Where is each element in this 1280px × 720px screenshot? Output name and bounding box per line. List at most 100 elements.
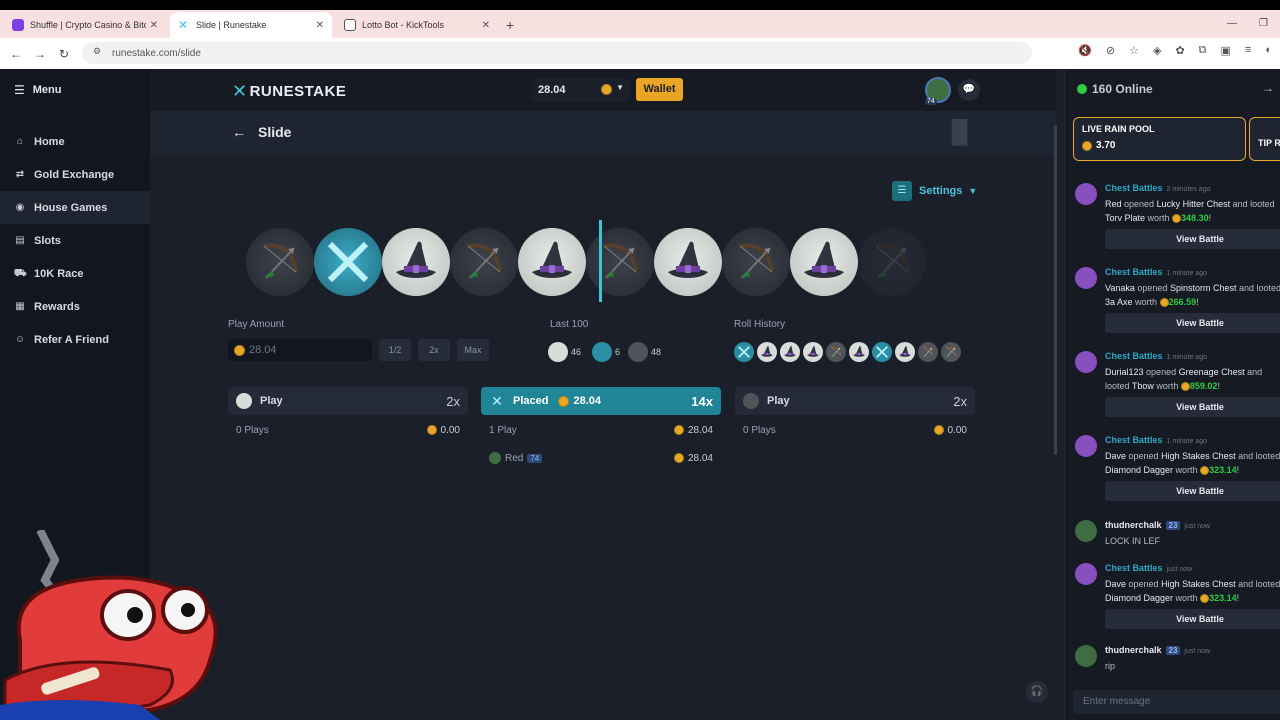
sidebar-item-refer-a-friend[interactable]: ☺ Refer A Friend [0, 323, 150, 356]
chat-username[interactable]: thudnerchalk 23 just now [1105, 645, 1210, 655]
minimize-icon[interactable]: — [1227, 18, 1237, 29]
mute-icon[interactable]: 🔇 [1078, 44, 1092, 57]
chat-username[interactable]: Chest Battles 1 minute ago [1105, 351, 1207, 361]
profile-icon[interactable]: ◐ [1265, 44, 1272, 57]
view-battle-button[interactable]: View Battle [1105, 481, 1280, 501]
sidebar-icon[interactable]: ▣ [1221, 44, 1231, 57]
chat-username[interactable]: Chest Battles 2 minutes ago [1105, 183, 1211, 193]
play-amount-input[interactable]: 28.04 [228, 339, 372, 361]
placed-amount: 28.04 [558, 395, 601, 407]
max-button[interactable]: Max [457, 339, 489, 361]
chat-avatar[interactable] [1075, 563, 1097, 585]
chat-avatar[interactable] [1075, 351, 1097, 373]
battle-verb: opened [1146, 367, 1177, 377]
half-button[interactable]: 1/2 [379, 339, 411, 361]
url-field[interactable]: ⚙ runestake.com/slide [82, 42, 1032, 64]
extensions-puzzle-icon[interactable]: ⧉ [1199, 44, 1207, 57]
wallet-button[interactable]: Wallet [636, 78, 683, 101]
gold-coin-icon [558, 395, 570, 407]
media-icon[interactable]: ≡ [1245, 44, 1251, 57]
chat-avatar[interactable] [1075, 183, 1097, 205]
logo-text: RUNESTAKE [249, 83, 347, 100]
tip-rain-card[interactable]: TIP R [1249, 117, 1280, 161]
play-bow-button[interactable]: Play 2x [735, 387, 975, 415]
sidebar-item-house-games[interactable]: ◉ House Games [0, 191, 150, 224]
sidebar-item-gold-exchange[interactable]: ⇄ Gold Exchange [0, 158, 150, 191]
close-tab-icon[interactable]: ✕ [150, 20, 158, 31]
chat-avatar[interactable] [1075, 645, 1097, 667]
bet-head-label: Placed [513, 395, 549, 407]
sidebar-item-rewards[interactable]: ▦ Rewards [0, 290, 150, 323]
battle-user: Dave [1105, 451, 1127, 461]
menu-toggle[interactable]: ☰ Menu [14, 83, 62, 97]
live-rain-pool-card[interactable]: LIVE RAIN POOL 3.70 [1073, 117, 1246, 161]
chat-avatar[interactable] [1075, 267, 1097, 289]
placed-sword-button[interactable]: ✕ Placed 28.04 14x [481, 387, 721, 415]
chat-avatar[interactable] [1075, 435, 1097, 457]
forward-icon[interactable]: → [28, 47, 52, 61]
chat-username[interactable]: Chest Battles just now [1105, 563, 1192, 573]
sidebar-item-10k-race[interactable]: ⛟ 10K Race [0, 257, 150, 290]
battle-item: Torv Plate [1105, 213, 1146, 223]
view-battle-button[interactable]: View Battle [1105, 397, 1280, 417]
tab-runestake[interactable]: ✕ Slide | Runestake ✕ [170, 12, 332, 38]
gift-icon: ▦ [15, 300, 25, 312]
close-tab-icon[interactable]: ✕ [316, 20, 324, 31]
online-dot-icon [1077, 84, 1087, 94]
last-100-bow: 48 [628, 342, 661, 362]
main-scrollbar[interactable] [1054, 125, 1057, 455]
view-battle-button[interactable]: View Battle [1105, 229, 1280, 249]
extension-icon[interactable]: ◈ [1153, 44, 1161, 57]
maximize-icon[interactable]: ❐ [1259, 18, 1268, 29]
wizard-hat-icon [236, 393, 252, 409]
reload-icon[interactable]: ↻ [52, 47, 76, 61]
double-button[interactable]: 2x [418, 339, 450, 361]
collapse-chat-arrow-icon[interactable]: → [1262, 81, 1274, 95]
extension-icon[interactable]: ✿ [1175, 44, 1184, 57]
sidebar-item-label: Rewards [34, 300, 80, 313]
chat-username[interactable]: thudnerchalk 23 just now [1105, 520, 1210, 530]
chat-username[interactable]: Chest Battles 1 minute ago [1105, 435, 1207, 445]
multiplier: 2x [446, 393, 460, 409]
settings-dropdown[interactable]: ☰ Settings ▼ [892, 181, 977, 201]
chat-avatar[interactable] [1075, 520, 1097, 542]
chat-text: LOCK IN LEF [1105, 536, 1161, 546]
chevron-down-icon: ▼ [616, 83, 624, 92]
game-mode-icon[interactable]: ▐▌ [944, 119, 978, 147]
window-controls: — ❐ [1227, 18, 1268, 29]
bet-total: 0.00 [933, 425, 967, 436]
runestake-logo[interactable]: ✕ RUNESTAKE [232, 81, 346, 102]
chat-username[interactable]: Chest Battles 1 minute ago [1105, 267, 1207, 277]
play-hat-button[interactable]: Play 2x [228, 387, 468, 415]
chat-text: rip [1105, 661, 1116, 671]
battle-chest: Spinstorm Chest [1169, 283, 1237, 293]
battle-chest: High Stakes Chest [1161, 451, 1236, 461]
sidebar-item-home[interactable]: ⌂ Home [0, 125, 150, 158]
bookmark-star-icon[interactable]: ☆ [1129, 44, 1139, 57]
reel-tile-bow [246, 228, 314, 296]
chat-message-input[interactable]: Enter message [1073, 690, 1280, 714]
hide-icon[interactable]: ⊘ [1106, 44, 1115, 57]
balance-selector[interactable]: 28.04 ▼ [532, 78, 630, 102]
page-title: Slide [258, 124, 292, 140]
sidebar-item-slots[interactable]: ▤ Slots [0, 224, 150, 257]
user-avatar[interactable]: 74 [925, 77, 951, 105]
chat-time: just now [1184, 648, 1211, 655]
back-arrow-icon[interactable]: ← [232, 124, 246, 140]
site-info-icon[interactable]: ⚙ [90, 46, 104, 60]
view-battle-button[interactable]: View Battle [1105, 609, 1280, 629]
chat-bubbles-icon[interactable]: 💬 [958, 79, 980, 101]
headset-support-icon[interactable]: 🎧 [1026, 681, 1048, 703]
new-tab-button[interactable]: + [506, 12, 514, 38]
tab-kicktools[interactable]: Lotto Bot - KickTools ✕ [336, 12, 498, 38]
close-tab-icon[interactable]: ✕ [482, 20, 490, 31]
last-100-bow-count: 48 [651, 347, 662, 357]
bet-head-label: Play [260, 395, 283, 407]
gold-coin-icon [933, 425, 944, 435]
view-battle-button[interactable]: View Battle [1105, 313, 1280, 333]
tab-shuffle[interactable]: Shuffle | Crypto Casino & Bitcoi ✕ [4, 12, 166, 38]
car-icon: ⛟ [14, 267, 27, 279]
back-icon[interactable]: ← [4, 47, 28, 61]
bow-icon [743, 393, 759, 409]
sidebar-item-label: 10K Race [34, 267, 84, 280]
